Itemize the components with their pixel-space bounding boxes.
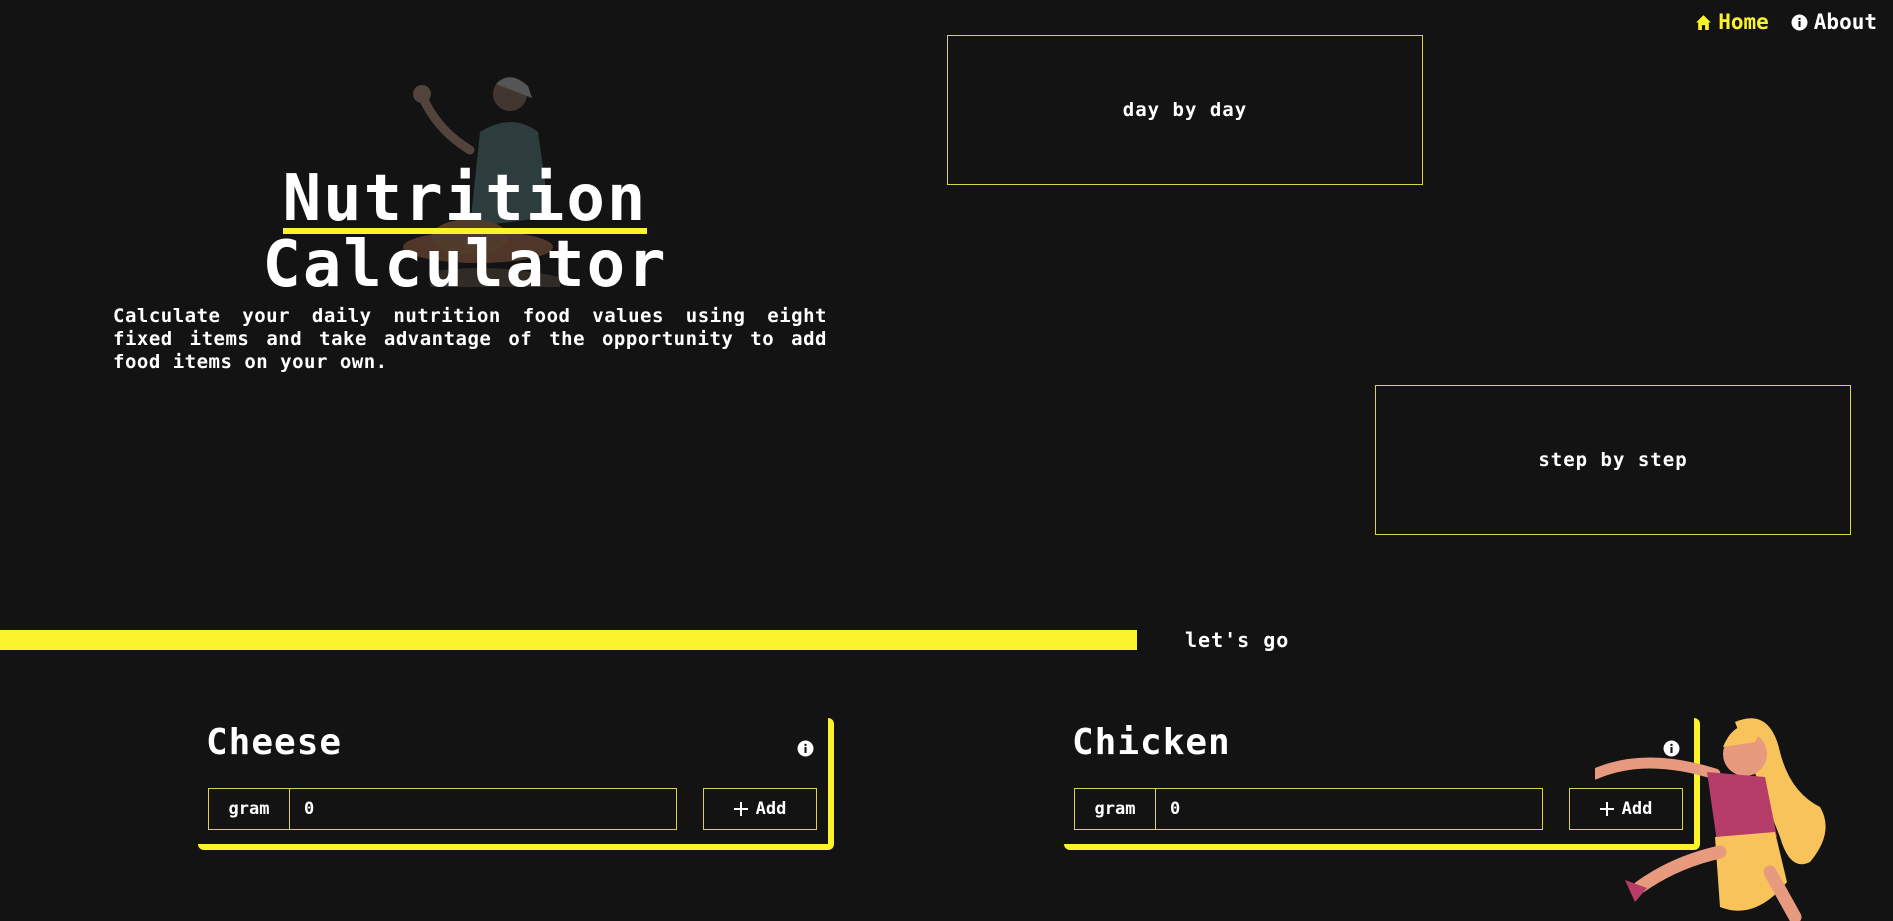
info-icon	[1791, 14, 1808, 30]
title-line-1: Nutrition	[282, 162, 648, 236]
food-name: Chicken	[1072, 722, 1231, 763]
unit-label: gram	[208, 788, 290, 830]
add-label: Add	[755, 799, 787, 819]
title-line-2: Calculator	[262, 228, 668, 302]
plus-icon	[733, 802, 748, 816]
unit-label: gram	[1074, 788, 1156, 830]
top-nav: Home About	[1695, 10, 1877, 34]
step-by-step-box: step by step	[1375, 385, 1851, 535]
hero-subtitle: Calculate your daily nutrition food valu…	[113, 305, 827, 373]
amount-input[interactable]	[289, 788, 677, 830]
runner-illustration	[1595, 718, 1826, 921]
day-by-day-label: day by day	[1122, 99, 1248, 121]
accent-bar	[0, 630, 1137, 650]
nav-about-link[interactable]: About	[1791, 10, 1877, 34]
amount-input[interactable]	[1155, 788, 1543, 830]
food-name: Cheese	[206, 722, 343, 763]
home-icon	[1696, 14, 1712, 30]
add-button[interactable]: Add	[703, 788, 817, 830]
nav-home-label: Home	[1718, 10, 1769, 34]
nav-home-link[interactable]: Home	[1695, 10, 1769, 34]
page-title: Nutrition Calculator	[0, 162, 930, 297]
step-by-step-label: step by step	[1538, 449, 1688, 471]
food-card-cheese: Cheese gram Add	[198, 718, 834, 850]
day-by-day-box: day by day	[947, 35, 1423, 185]
nav-about-label: About	[1813, 10, 1877, 34]
info-icon[interactable]	[797, 740, 814, 757]
lets-go-link[interactable]: let's go	[1185, 628, 1289, 652]
